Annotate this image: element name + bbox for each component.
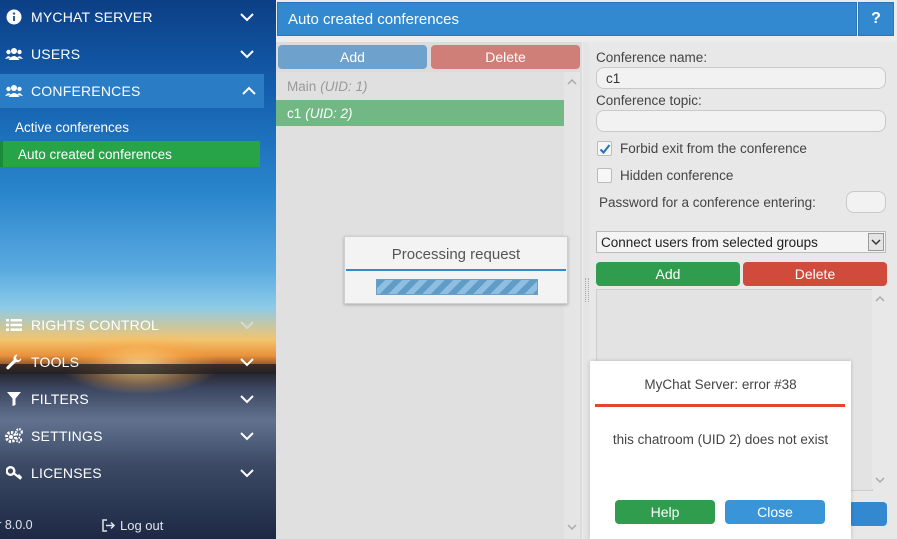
- error-close-button[interactable]: Close: [725, 500, 825, 524]
- info-icon: [5, 9, 23, 25]
- nav-label: RIGHTS CONTROL: [31, 317, 160, 333]
- hidden-conference-label: Hidden conference: [620, 168, 734, 183]
- chevron-down-icon: [240, 50, 254, 59]
- nav-users[interactable]: USERS: [0, 37, 262, 71]
- scroll-up-icon[interactable]: [875, 294, 885, 304]
- users-icon: [5, 47, 23, 61]
- scroll-down-icon[interactable]: [567, 522, 577, 532]
- filter-icon: [5, 392, 23, 406]
- chevron-down-icon: [240, 13, 254, 22]
- error-dialog: MyChat Server: error #38 this chatroom (…: [590, 361, 851, 539]
- checkbox-unchecked[interactable]: [597, 168, 612, 183]
- password-label: Password for a conference entering:: [599, 195, 816, 210]
- conference-uid: (UID: 2): [305, 105, 353, 121]
- list-scrollbar[interactable]: [564, 72, 580, 539]
- list-item-selected[interactable]: c1 (UID: 2): [276, 100, 564, 126]
- nav-mychat-server[interactable]: MYCHAT SERVER: [0, 0, 262, 34]
- group-select-value: Connect users from selected groups: [601, 234, 818, 250]
- conference-name-label: Conference name:: [596, 50, 708, 65]
- dropdown-button[interactable]: [868, 233, 884, 251]
- conference-list: Main (UID: 1) c1 (UID: 2): [276, 72, 564, 539]
- conference-name-field[interactable]: c1: [596, 67, 886, 89]
- conference-name: c1: [287, 105, 302, 121]
- chevron-down-icon: [871, 239, 881, 246]
- conference-uid: (UID: 1): [320, 78, 368, 94]
- checkbox-checked[interactable]: [597, 141, 612, 156]
- error-divider: [595, 404, 845, 407]
- help-button[interactable]: ?: [858, 2, 894, 36]
- sidebar: MYCHAT SERVER USERS CONFERENCES Active c…: [0, 0, 276, 539]
- page-title: Auto created conferences: [277, 2, 857, 36]
- hidden-conference-checkbox[interactable]: Hidden conference: [597, 168, 733, 183]
- nav-rights-control[interactable]: RIGHTS CONTROL: [0, 308, 262, 342]
- processing-dialog: Processing request: [344, 236, 568, 304]
- forbid-exit-label: Forbid exit from the conference: [620, 141, 807, 156]
- nav-label: LICENSES: [31, 465, 102, 481]
- chevron-down-icon: [240, 469, 254, 478]
- list-item[interactable]: Main (UID: 1): [276, 73, 564, 99]
- server-version: ver 8.0.0: [0, 518, 33, 532]
- wrench-icon: [5, 354, 23, 370]
- error-help-button[interactable]: Help: [615, 500, 715, 524]
- password-field[interactable]: [846, 191, 886, 213]
- delete-conference-button[interactable]: Delete: [431, 45, 580, 69]
- group-select[interactable]: Connect users from selected groups: [596, 231, 886, 253]
- chevron-down-icon: [240, 321, 254, 330]
- logout-link[interactable]: Log out: [102, 518, 163, 533]
- sub-active-conferences[interactable]: Active conferences: [0, 114, 129, 140]
- sub-label: Auto created conferences: [18, 146, 172, 162]
- nav-label: MYCHAT SERVER: [31, 9, 153, 25]
- scroll-up-icon[interactable]: [567, 77, 577, 87]
- page-title-text: Auto created conferences: [288, 10, 459, 28]
- conference-name: Main: [287, 78, 317, 94]
- error-title: MyChat Server: error #38: [644, 377, 797, 392]
- scroll-down-icon[interactable]: [875, 475, 885, 485]
- nav-tools[interactable]: TOOLS: [0, 345, 262, 379]
- error-message: this chatroom (UID 2) does not exist: [612, 432, 829, 447]
- chevron-down-icon: [240, 432, 254, 441]
- nav-label: CONFERENCES: [31, 83, 141, 99]
- key-icon: [5, 466, 23, 480]
- chevron-up-icon: [242, 86, 256, 95]
- add-conference-button[interactable]: Add: [278, 45, 427, 69]
- logout-icon: [102, 519, 116, 532]
- checkmark-icon: [599, 143, 610, 154]
- save-button[interactable]: [849, 502, 887, 526]
- processing-divider: [346, 269, 566, 271]
- chevron-down-icon: [240, 358, 254, 367]
- forbid-exit-checkbox[interactable]: Forbid exit from the conference: [597, 141, 807, 156]
- sub-auto-created-conferences[interactable]: Auto created conferences: [0, 141, 260, 167]
- nav-licenses[interactable]: LICENSES: [0, 456, 262, 490]
- nav-settings[interactable]: SETTINGS: [0, 419, 262, 453]
- users-icon: [5, 84, 23, 98]
- conference-topic-label: Conference topic:: [596, 93, 702, 108]
- nav-conferences[interactable]: CONFERENCES: [0, 74, 264, 108]
- nav-filters[interactable]: FILTERS: [0, 382, 262, 416]
- logout-label: Log out: [120, 518, 164, 533]
- conference-topic-field[interactable]: [596, 110, 886, 132]
- progress-bar: [376, 279, 538, 295]
- processing-title: Processing request: [391, 246, 521, 263]
- sub-label: Active conferences: [15, 119, 130, 135]
- nav-label: TOOLS: [31, 354, 80, 370]
- list-icon: [5, 318, 23, 332]
- chevron-down-icon: [240, 395, 254, 404]
- nav-label: FILTERS: [31, 391, 89, 407]
- nav-label: USERS: [31, 46, 81, 62]
- gears-icon: [5, 428, 23, 444]
- add-group-button[interactable]: Add: [596, 262, 740, 286]
- delete-group-button[interactable]: Delete: [743, 262, 887, 286]
- group-list-scrollbar[interactable]: [872, 289, 888, 489]
- nav-label: SETTINGS: [31, 428, 103, 444]
